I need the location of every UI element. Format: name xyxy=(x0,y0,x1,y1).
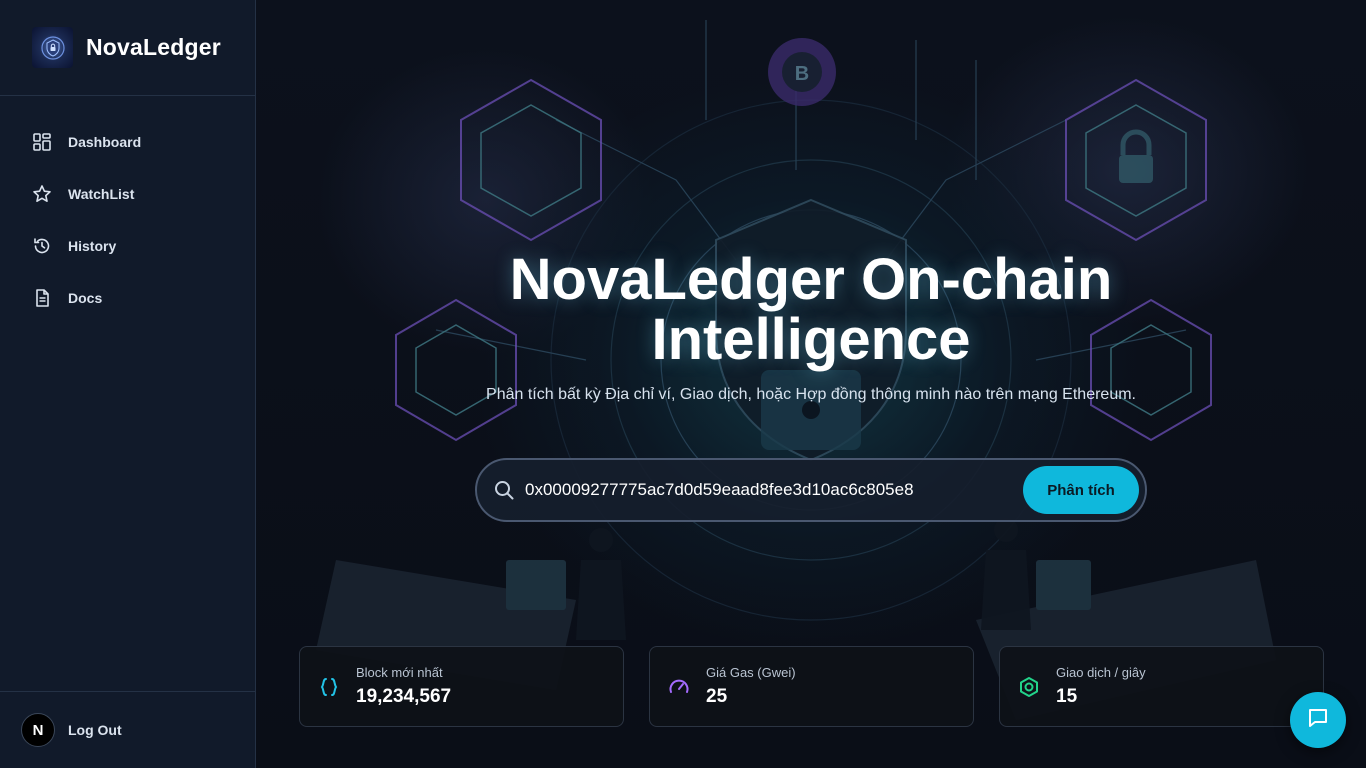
star-icon xyxy=(32,184,52,204)
history-icon xyxy=(32,236,52,256)
sidebar-item-docs[interactable]: Docs xyxy=(0,272,255,324)
sidebar: NovaLedger Dashboard WatchList History D… xyxy=(0,0,256,768)
page-title: NovaLedger On-chain Intelligence xyxy=(256,250,1366,370)
search-bar: Phân tích xyxy=(475,458,1147,522)
title-line-2: Intelligence xyxy=(651,307,971,372)
search-input[interactable] xyxy=(525,480,1023,500)
sidebar-item-watchlist[interactable]: WatchList xyxy=(0,168,255,220)
stat-value: 19,234,567 xyxy=(356,686,452,707)
sidebar-item-label: History xyxy=(68,238,117,254)
brand-name: NovaLedger xyxy=(86,34,221,60)
stat-value: 15 xyxy=(1056,686,1078,707)
logout-button[interactable]: N Log Out xyxy=(0,691,256,768)
hero-section: B NovaLedger On-chain Intelligence Phân … xyxy=(256,0,1366,768)
stat-label: Giá Gas (Gwei) xyxy=(706,665,796,680)
sidebar-item-label: Docs xyxy=(68,290,103,306)
sidebar-item-history[interactable]: History xyxy=(0,220,255,272)
stat-label: Giao dịch / giây xyxy=(1056,665,1146,680)
analyze-button[interactable]: Phân tích xyxy=(1023,466,1139,514)
stats-row: Block mới nhất 19,234,567 Giá Gas (Gwei)… xyxy=(299,646,1324,727)
brand[interactable]: NovaLedger xyxy=(0,0,255,96)
stat-label: Block mới nhất xyxy=(356,665,443,680)
sidebar-nav: Dashboard WatchList History Docs xyxy=(0,96,255,324)
logout-label: Log Out xyxy=(68,722,122,738)
sidebar-item-label: Dashboard xyxy=(68,134,142,150)
hexagon-icon xyxy=(1018,676,1040,698)
chat-icon xyxy=(1306,706,1330,735)
stat-card-tps: Giao dịch / giây 15 xyxy=(999,646,1324,727)
page-subtitle: Phân tích bất kỳ Địa chỉ ví, Giao dịch, … xyxy=(486,386,1136,403)
shield-lock-logo-icon xyxy=(32,27,73,68)
title-line-1: NovaLedger On-chain xyxy=(509,247,1113,312)
dashboard-icon xyxy=(32,132,52,152)
stat-card-latest-block: Block mới nhất 19,234,567 xyxy=(299,646,624,727)
sidebar-item-label: WatchList xyxy=(68,186,135,202)
gauge-icon xyxy=(668,676,690,698)
sidebar-item-dashboard[interactable]: Dashboard xyxy=(0,116,255,168)
braces-icon xyxy=(318,676,340,698)
document-icon xyxy=(32,288,52,308)
stat-card-gas-price: Giá Gas (Gwei) 25 xyxy=(649,646,974,727)
svg-text:B: B xyxy=(795,63,809,85)
stat-value: 25 xyxy=(706,686,728,707)
chat-button[interactable] xyxy=(1290,692,1346,748)
avatar: N xyxy=(21,713,55,747)
search-icon xyxy=(493,479,515,501)
